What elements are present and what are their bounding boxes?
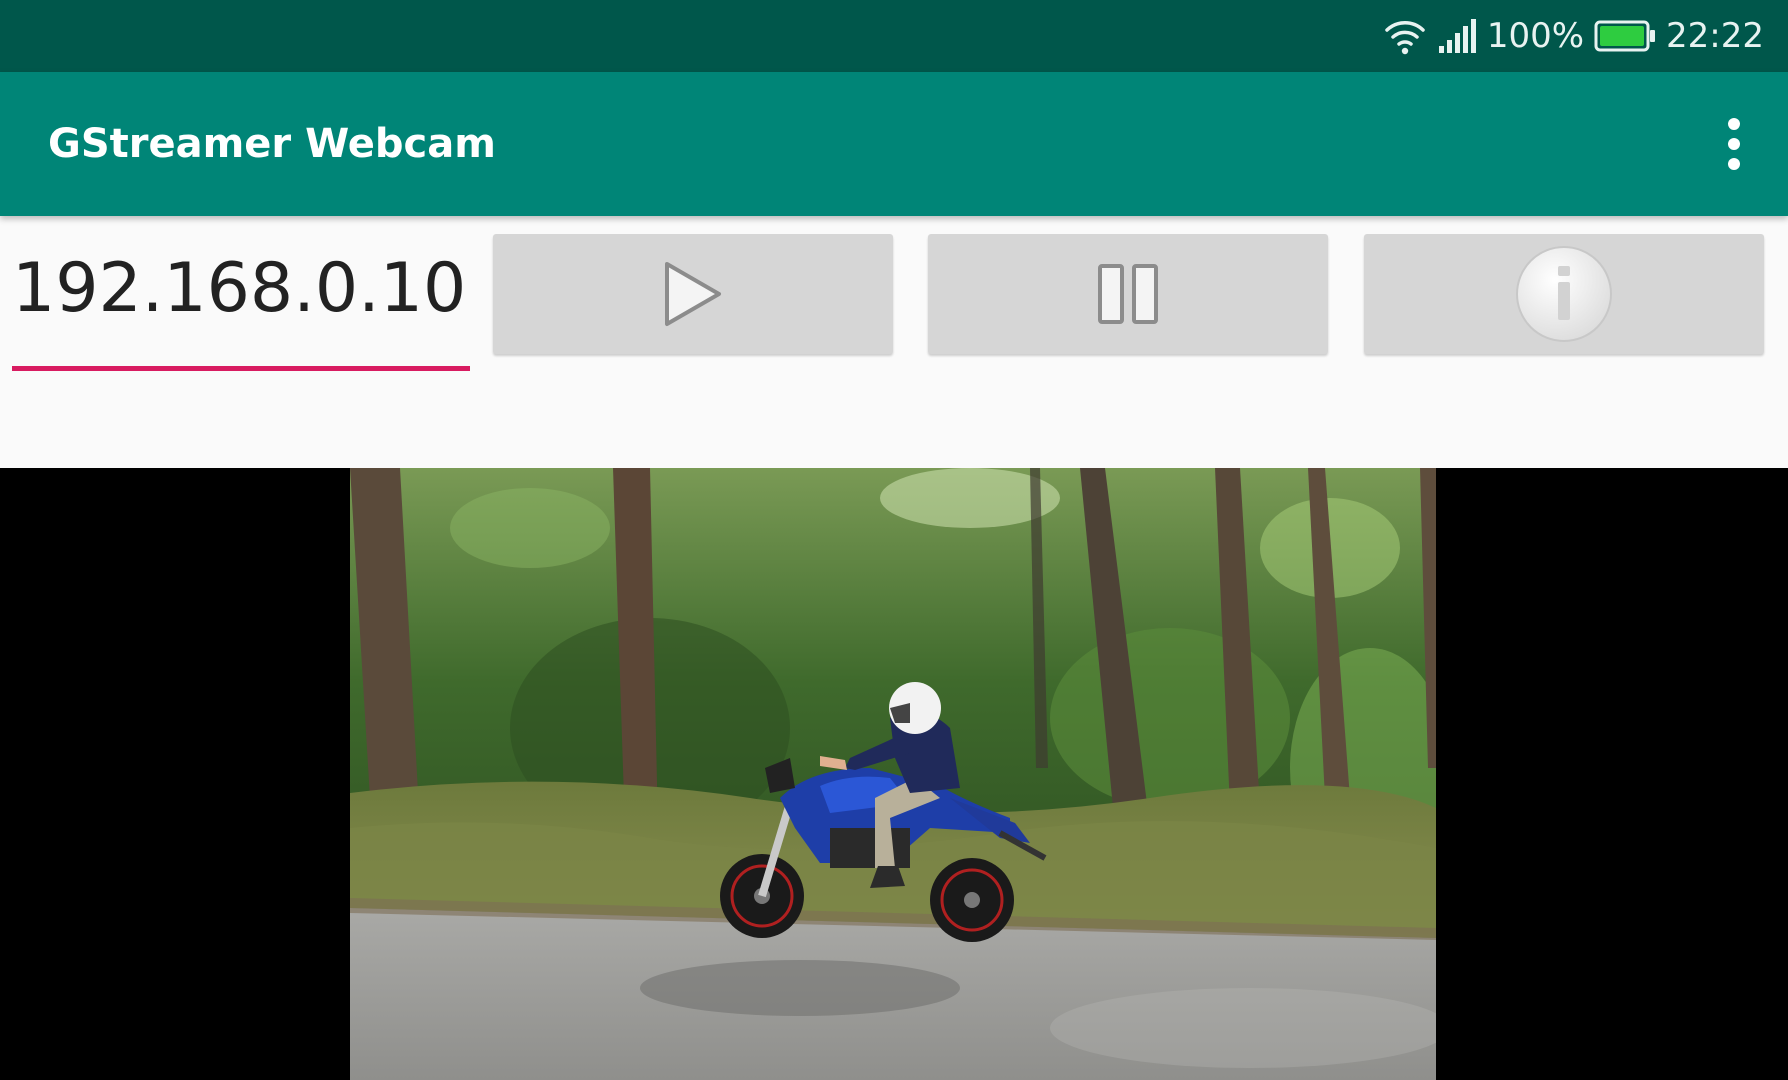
play-button[interactable]	[493, 234, 893, 354]
pause-icon	[1097, 263, 1159, 325]
video-surface	[0, 468, 1788, 1080]
app-bar: GStreamer Webcam	[0, 72, 1788, 216]
pause-button[interactable]	[928, 234, 1328, 354]
signal-icon	[1437, 18, 1477, 54]
status-bar: 100% 22:22	[0, 0, 1788, 72]
app-screen: 100% 22:22 GStreamer Webcam	[0, 0, 1788, 1080]
ip-field-underline	[12, 366, 470, 371]
more-vert-icon[interactable]	[1698, 108, 1770, 180]
video-frame	[350, 468, 1436, 1080]
info-icon	[1514, 244, 1614, 344]
ip-address-input[interactable]	[12, 238, 470, 338]
info-button[interactable]	[1364, 234, 1764, 354]
wifi-icon	[1383, 16, 1427, 56]
clock: 22:22	[1666, 16, 1764, 56]
stream-image	[350, 468, 1436, 1080]
battery-icon	[1594, 20, 1656, 52]
play-icon	[661, 259, 725, 329]
ip-address-field[interactable]	[12, 238, 470, 371]
app-title: GStreamer Webcam	[48, 121, 496, 167]
battery-percent: 100%	[1486, 16, 1585, 56]
controls-row	[0, 216, 1788, 468]
status-indicators: 100% 22:22	[1383, 0, 1764, 72]
